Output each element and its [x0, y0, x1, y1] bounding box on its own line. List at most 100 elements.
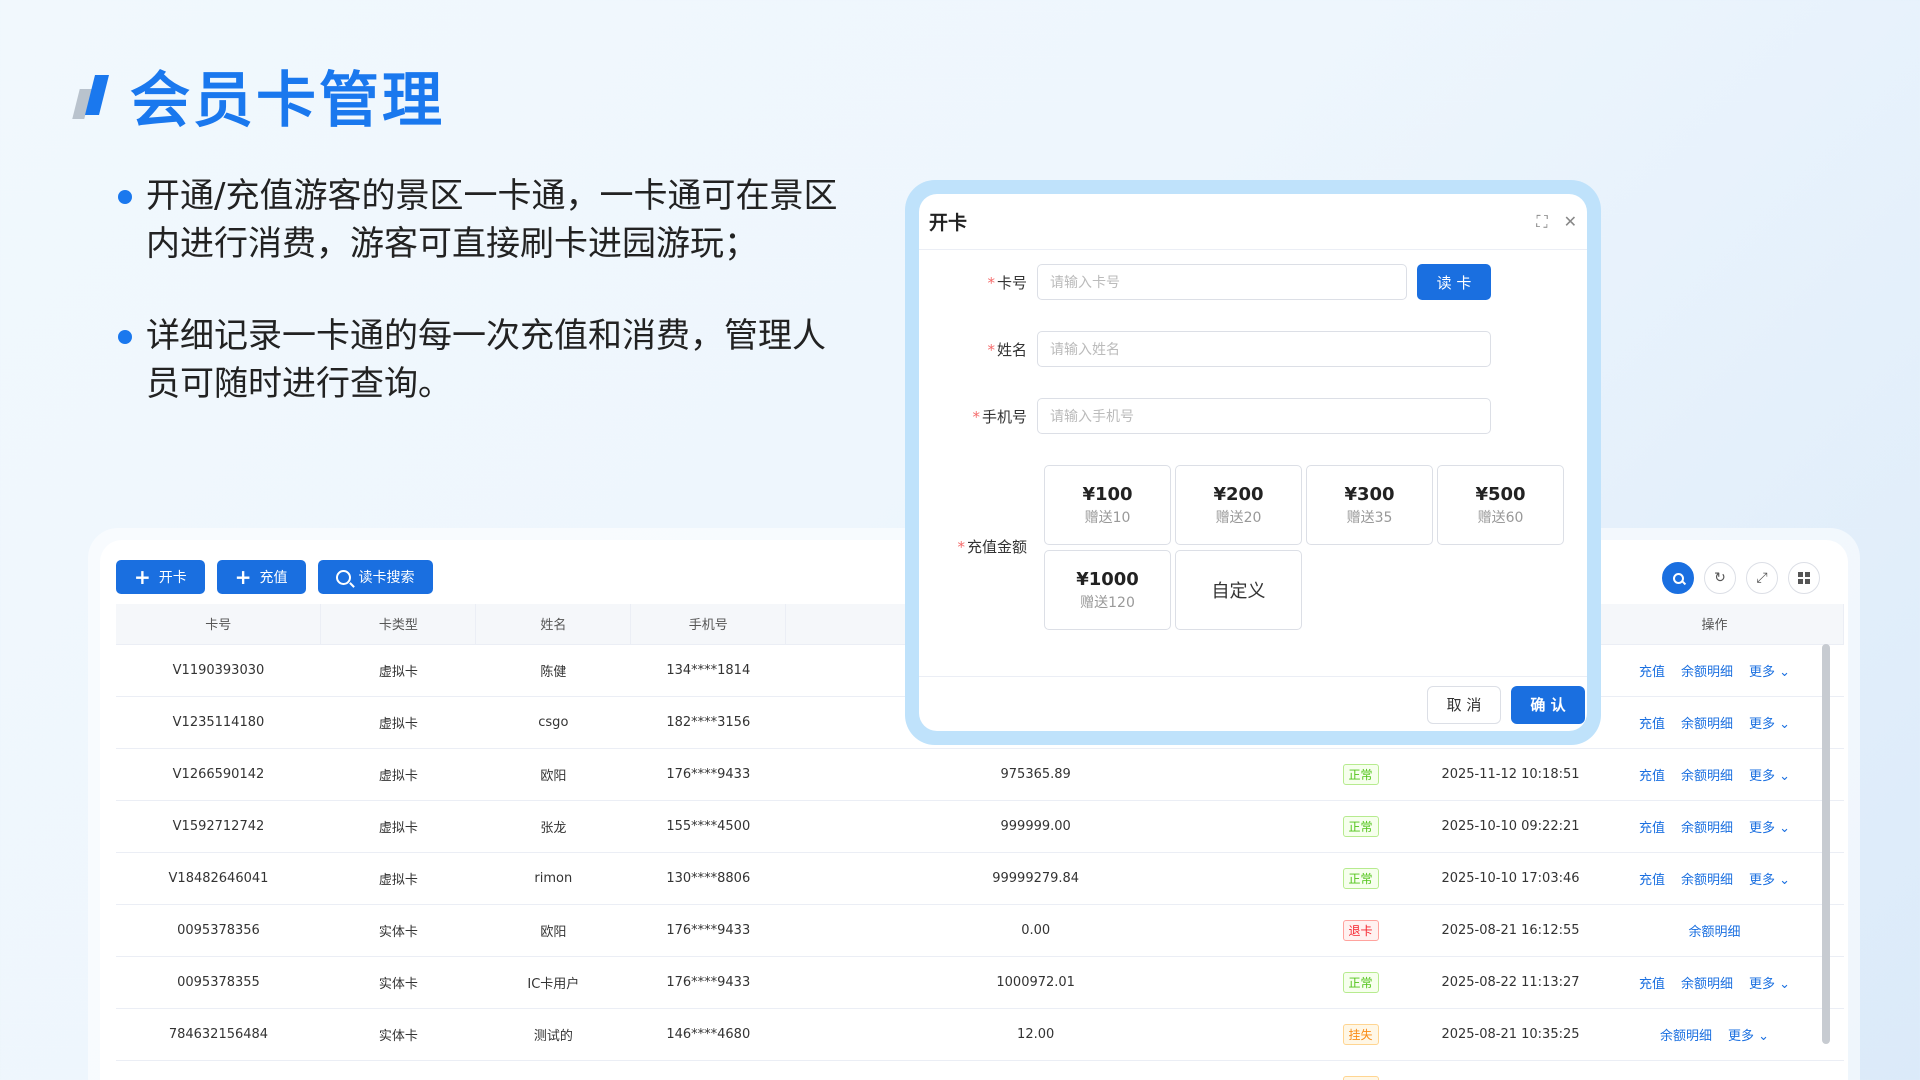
bullet-dot-icon [118, 330, 132, 344]
more-link[interactable]: 更多 ⌄ [1749, 821, 1790, 836]
recharge-link[interactable]: 充值 [1639, 821, 1665, 836]
column-header[interactable]: 卡类型 [320, 604, 477, 645]
amount-option[interactable]: ¥1000 赠送120 [1044, 550, 1171, 630]
bullet-dot-icon [118, 190, 132, 204]
actions-cell: 充值 余额明细 更多 ⌄ [1585, 644, 1844, 697]
time-cell: 2025-08-22 11:13:27 [1435, 956, 1586, 1009]
card-number-cell: V1266590142 [116, 748, 321, 801]
card-type-cell: 虚拟卡 [320, 800, 476, 853]
recharge-link[interactable]: 充值 [1639, 977, 1665, 992]
card-type-cell: 实体卡 [320, 1008, 476, 1061]
balance-detail-link[interactable]: 余额明细 [1688, 925, 1740, 940]
chevron-down-icon: ⌄ [1753, 1028, 1770, 1044]
card-type-cell: 虚拟卡 [320, 748, 476, 801]
phone-input[interactable]: 请输入手机号 [1037, 398, 1491, 434]
table-scrollbar[interactable] [1822, 644, 1830, 1044]
card-number-cell: 0095378356 [116, 904, 321, 957]
card-type-cell: 虚拟卡 [320, 696, 476, 749]
balance-detail-link[interactable]: 余额明细 [1681, 717, 1733, 732]
open-card-label: 开卡 [158, 570, 187, 586]
feature-list: 开通/充值游客的景区一卡通，一卡通可在景区内进行消费，游客可直接刷卡进园游玩； … [118, 172, 848, 452]
holder-name-cell: 测试的 [475, 1008, 631, 1061]
search-toggle-button[interactable] [1662, 562, 1694, 594]
recharge-button[interactable]: + 充值 [216, 560, 306, 594]
page-title: 会员卡管理 [130, 65, 445, 136]
name-input[interactable]: 请输入姓名 [1037, 331, 1491, 367]
phone-cell: 134****1814 [630, 644, 786, 697]
balance-detail-link[interactable]: 余额明细 [1681, 977, 1733, 992]
more-link[interactable]: 更多 ⌄ [1749, 873, 1790, 888]
balance-cell: 0.00 [785, 904, 1286, 957]
holder-name-cell: IC卡用户 [475, 956, 631, 1009]
dialog-footer: 取 消 确 认 [919, 676, 1587, 731]
more-link[interactable]: 更多 ⌄ [1749, 717, 1790, 732]
card-number-input[interactable]: 请输入卡号 [1037, 264, 1407, 300]
balance-detail-link[interactable]: 余额明细 [1681, 665, 1733, 680]
recharge-link[interactable]: 充值 [1639, 769, 1665, 784]
card-number-row: * 卡号 请输入卡号 读 卡 [919, 264, 1491, 300]
actions-cell: 充值 余额明细 更多 ⌄ [1585, 956, 1844, 1009]
more-link[interactable]: 更多 ⌄ [1749, 769, 1790, 784]
amount-option[interactable]: ¥100 赠送10 [1044, 465, 1171, 545]
balance-detail-link[interactable]: 余额明细 [1681, 769, 1733, 784]
amount-option[interactable]: ¥500 赠送60 [1437, 465, 1564, 545]
phone-cell: 146****4680 [630, 1008, 786, 1061]
card-number-cell: 0095378355 [116, 956, 321, 1009]
recharge-link[interactable]: 充值 [1639, 717, 1665, 732]
time-cell: 2025-10-10 17:03:46 [1435, 852, 1586, 905]
column-header: 操作 [1585, 604, 1845, 645]
card-type-cell: 实体卡 [320, 904, 476, 957]
confirm-button[interactable]: 确 认 [1511, 685, 1585, 724]
phone-cell: 146****4680 [630, 1060, 786, 1080]
phone-row: * 手机号 请输入手机号 [919, 398, 1491, 434]
more-link[interactable]: 更多 ⌄ [1728, 1029, 1769, 1044]
more-link[interactable]: 更多 ⌄ [1749, 977, 1790, 992]
status-cell: 退卡 [1285, 904, 1436, 957]
open-card-button[interactable]: + 开卡 [116, 560, 205, 594]
status-cell: 正常 [1285, 956, 1436, 1009]
amount-option[interactable]: ¥200 赠送20 [1175, 465, 1302, 545]
status-cell: 挂失 [1285, 1060, 1436, 1080]
column-header[interactable]: 卡号 [116, 604, 322, 645]
dialog-title: 开卡 [929, 212, 968, 234]
card-number-cell: V1190393030 [116, 644, 321, 697]
balance-cell: 806.34 [785, 1060, 1286, 1080]
balance-cell: 99999279.84 [785, 852, 1286, 905]
balance-detail-link[interactable]: 余额明细 [1660, 1029, 1712, 1044]
status-badge: 正常 [1342, 763, 1379, 785]
cancel-button[interactable]: 取 消 [1427, 685, 1501, 724]
search-icon [1672, 572, 1684, 584]
chevron-down-icon: ⌄ [1775, 716, 1791, 732]
feature-item: 详细记录一卡通的每一次充值和消费，管理人员可随时进行查询。 [118, 312, 848, 408]
chevron-down-icon: ⌄ [1775, 664, 1791, 680]
more-link[interactable]: 更多 ⌄ [1749, 665, 1790, 680]
amount-option[interactable]: ¥300 赠送35 [1306, 465, 1433, 545]
plus-icon: + [234, 565, 252, 589]
feature-text: 详细记录一卡通的每一次充值和消费，管理人员可随时进行查询。 [146, 316, 826, 404]
time-cell: 2025-10-10 09:22:21 [1435, 800, 1586, 853]
column-header[interactable]: 姓名 [475, 604, 632, 645]
recharge-link[interactable]: 充值 [1639, 873, 1665, 888]
column-header[interactable]: 手机号 [630, 604, 787, 645]
read-card-button[interactable]: 读 卡 [1417, 264, 1491, 300]
balance-detail-link[interactable]: 余额明细 [1681, 873, 1733, 888]
phone-cell: 182****3156 [630, 696, 786, 749]
balance-detail-link[interactable]: 余额明细 [1681, 821, 1733, 836]
refresh-button[interactable]: ↻ [1704, 562, 1736, 594]
close-icon[interactable]: ✕ [1564, 212, 1577, 231]
maximize-icon[interactable]: ⛶ [1536, 212, 1547, 232]
amount-options: ¥100 赠送10 ¥200 赠送20 ¥300 赠送35 ¥500 赠送60 ¥100… [1044, 465, 1564, 630]
time-cell: 2025-08-21 10:35:25 [1435, 1008, 1586, 1061]
status-badge: 退卡 [1342, 919, 1379, 941]
grid-icon [1798, 572, 1810, 584]
recharge-link[interactable]: 充值 [1639, 665, 1665, 680]
fullscreen-button[interactable]: ⤢ [1746, 562, 1778, 594]
read-card-search-button[interactable]: 读卡搜索 [317, 560, 433, 594]
card-number-cell: 586382122593 [116, 1060, 321, 1080]
name-row: * 姓名 请输入姓名 [919, 331, 1491, 367]
title-decoration-icon [72, 71, 116, 119]
card-type-cell: 实体卡 [320, 1060, 476, 1080]
custom-amount-option[interactable]: 自定义 [1175, 550, 1302, 630]
column-settings-button[interactable] [1788, 562, 1820, 594]
dialog-header: 开卡 ⛶ ✕ [919, 194, 1587, 250]
